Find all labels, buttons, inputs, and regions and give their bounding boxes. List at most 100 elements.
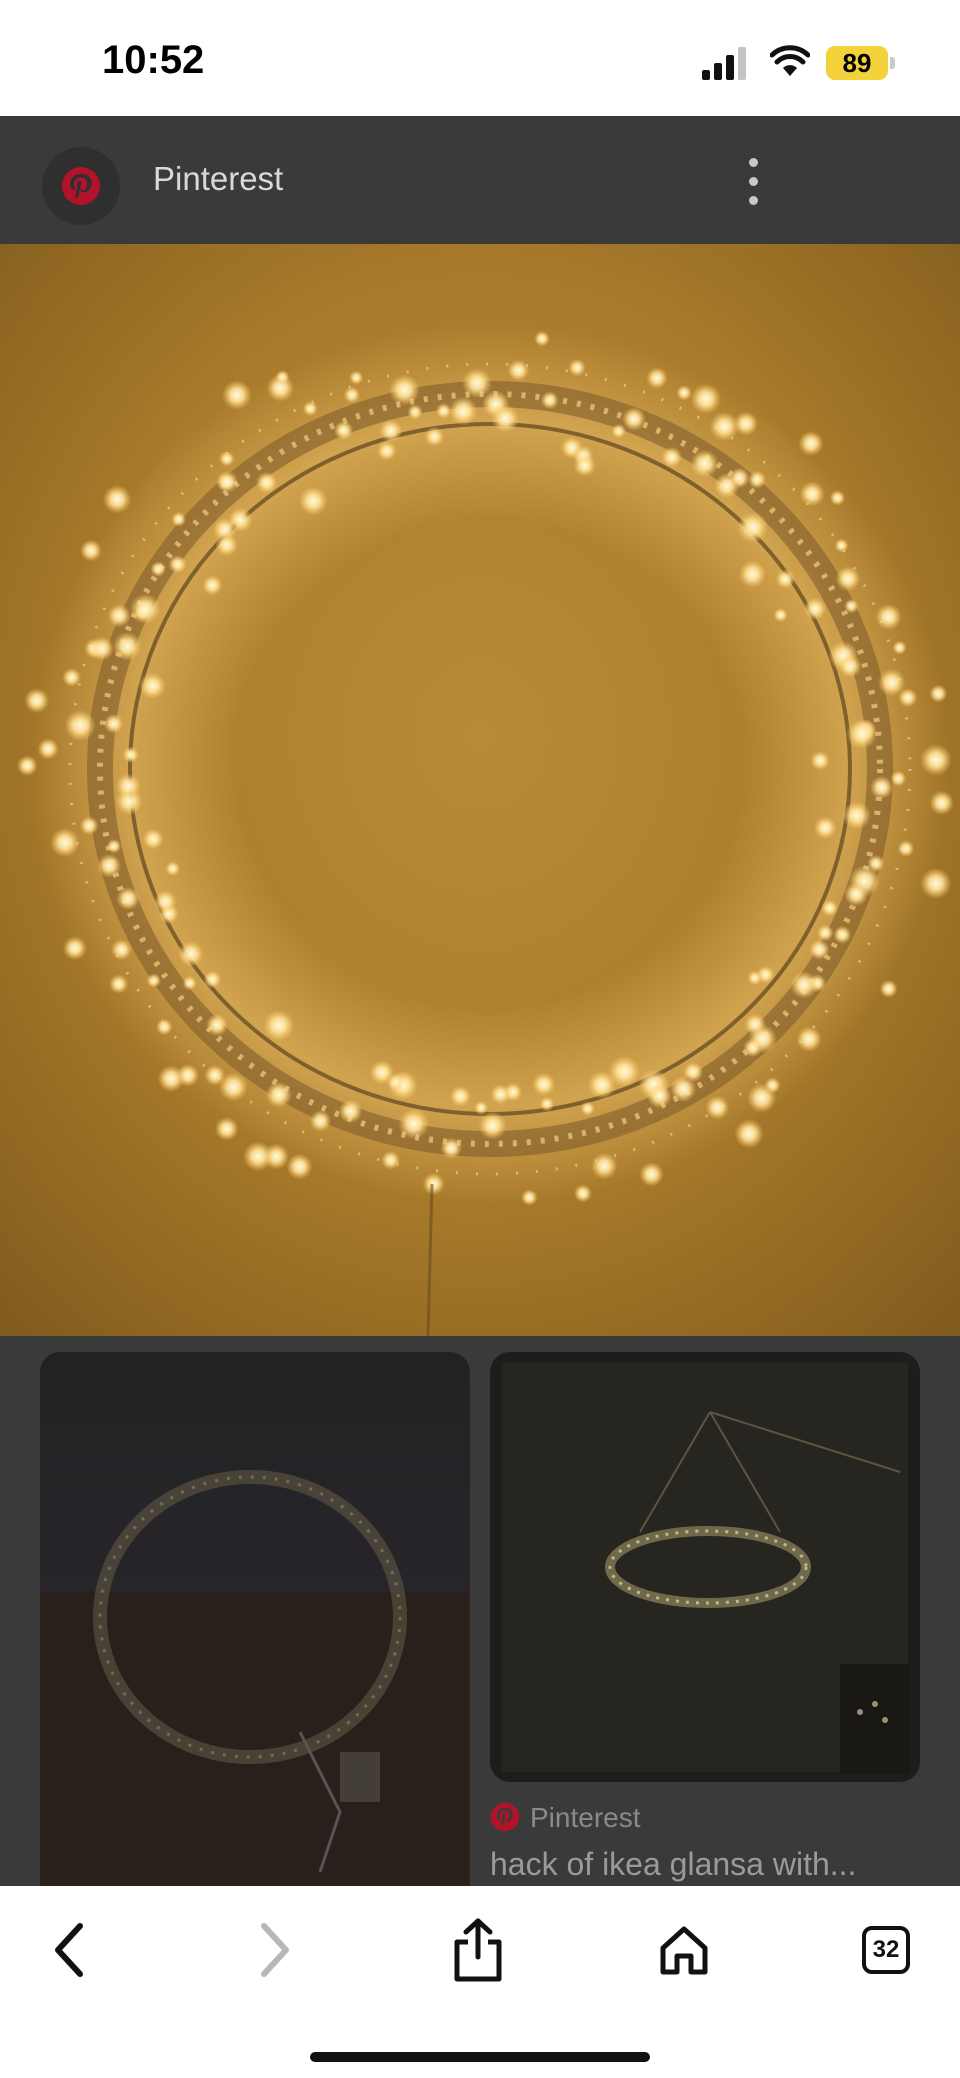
light-bulb [64,709,96,742]
light-bulb [821,899,839,917]
related-pin-card-2[interactable] [490,1352,920,1782]
light-bulb [440,1137,462,1159]
light-bulb [747,970,763,986]
forward-button[interactable] [234,1910,314,1990]
page-header: Pinterest [0,116,960,244]
hero-image[interactable] [0,244,960,1336]
light-bulb [834,538,849,553]
light-bulb [218,450,235,467]
light-bulb [676,385,692,401]
light-bulb [532,1072,556,1097]
light-bulb [204,1064,226,1086]
wreath-lights-image [0,244,960,1336]
light-bulb [647,1083,672,1109]
light-bulb [539,1096,555,1112]
light-bulb [89,636,114,661]
light-bulb [153,890,177,913]
light-bulb [448,396,478,426]
site-name[interactable]: Pinterest [153,160,283,198]
light-bulb [838,654,862,678]
pinterest-logo-icon [62,167,100,205]
light-bulb [540,391,559,410]
home-icon [660,1926,708,1975]
light-bulb [835,566,861,592]
light-bulb [182,975,197,991]
light-bulb [748,470,767,489]
light-bulb [775,569,796,589]
light-bulb [109,974,129,994]
status-bar: 10:52 89 [0,0,960,116]
light-bulb [490,1084,511,1105]
light-bulb [690,383,722,415]
light-bulb [16,755,38,777]
battery-level: 89 [842,48,872,78]
related-pin-caption[interactable]: hack of ikea glansa with... [490,1846,920,1883]
light-bulb [661,446,683,468]
light-bulb [534,330,550,347]
light-bulb [870,775,894,800]
tabs-icon: 32 [862,1926,910,1974]
light-bulb [809,939,830,960]
light-bulb [737,512,769,543]
light-bulb [929,684,948,703]
light-bulb [146,973,162,988]
light-bulb [449,1085,471,1107]
tabs-count: 32 [862,1926,910,1974]
light-bulb [422,1172,445,1195]
light-bulb [165,861,181,877]
wifi-icon [770,45,810,76]
light-bulb [37,738,59,760]
light-bulb [611,423,626,439]
light-bulb [773,607,788,623]
more-vertical-icon [749,158,758,167]
site-avatar[interactable] [42,147,120,225]
light-bulb [507,359,530,382]
more-options-button[interactable] [735,152,771,212]
home-button[interactable] [644,1910,724,1990]
light-bulb [107,603,131,628]
light-bulb [139,672,166,700]
light-bulb [669,1075,697,1103]
light-bulb [738,560,767,588]
share-button[interactable] [438,1910,518,1990]
light-bulb [521,1189,538,1206]
light-bulb [116,887,140,911]
light-bulb [286,1153,313,1180]
related-pin-card-1[interactable] [40,1352,470,1912]
light-bulb [349,370,364,385]
forward-icon [261,1923,289,1977]
light-bulb [309,1110,332,1132]
battery-icon: 89 [826,46,896,80]
light-bulb [803,597,827,620]
light-bulb [568,358,586,377]
light-bulb [97,853,122,878]
light-bulb [879,979,898,998]
light-bulb [110,939,132,961]
light-bulb [228,507,253,533]
related-pin-image-1 [40,1352,470,1912]
light-bulb [202,575,223,596]
light-bulb [929,790,954,816]
light-bulb [106,838,122,854]
light-bulb [263,1009,295,1042]
light-bulb [705,1095,730,1120]
light-bulb [122,746,139,763]
home-indicator[interactable] [310,2052,650,2062]
light-bulb [62,667,82,687]
light-bulb [168,555,187,574]
light-bulb [590,1152,618,1180]
light-bulb [842,801,871,830]
tabs-button[interactable]: 32 [846,1910,926,1990]
back-button[interactable] [30,1910,110,1990]
light-bulb [369,1060,395,1085]
browser-toolbar: 32 [0,1886,960,2078]
related-pin-source-label: Pinterest [530,1802,641,1833]
light-bulb [798,430,824,456]
light-bulb [255,471,278,494]
light-bulb [142,828,164,850]
light-bulb [171,511,187,527]
back-icon [55,1923,83,1977]
light-bulb [690,449,719,478]
light-bulb [729,467,750,489]
light-bulb [112,631,142,661]
